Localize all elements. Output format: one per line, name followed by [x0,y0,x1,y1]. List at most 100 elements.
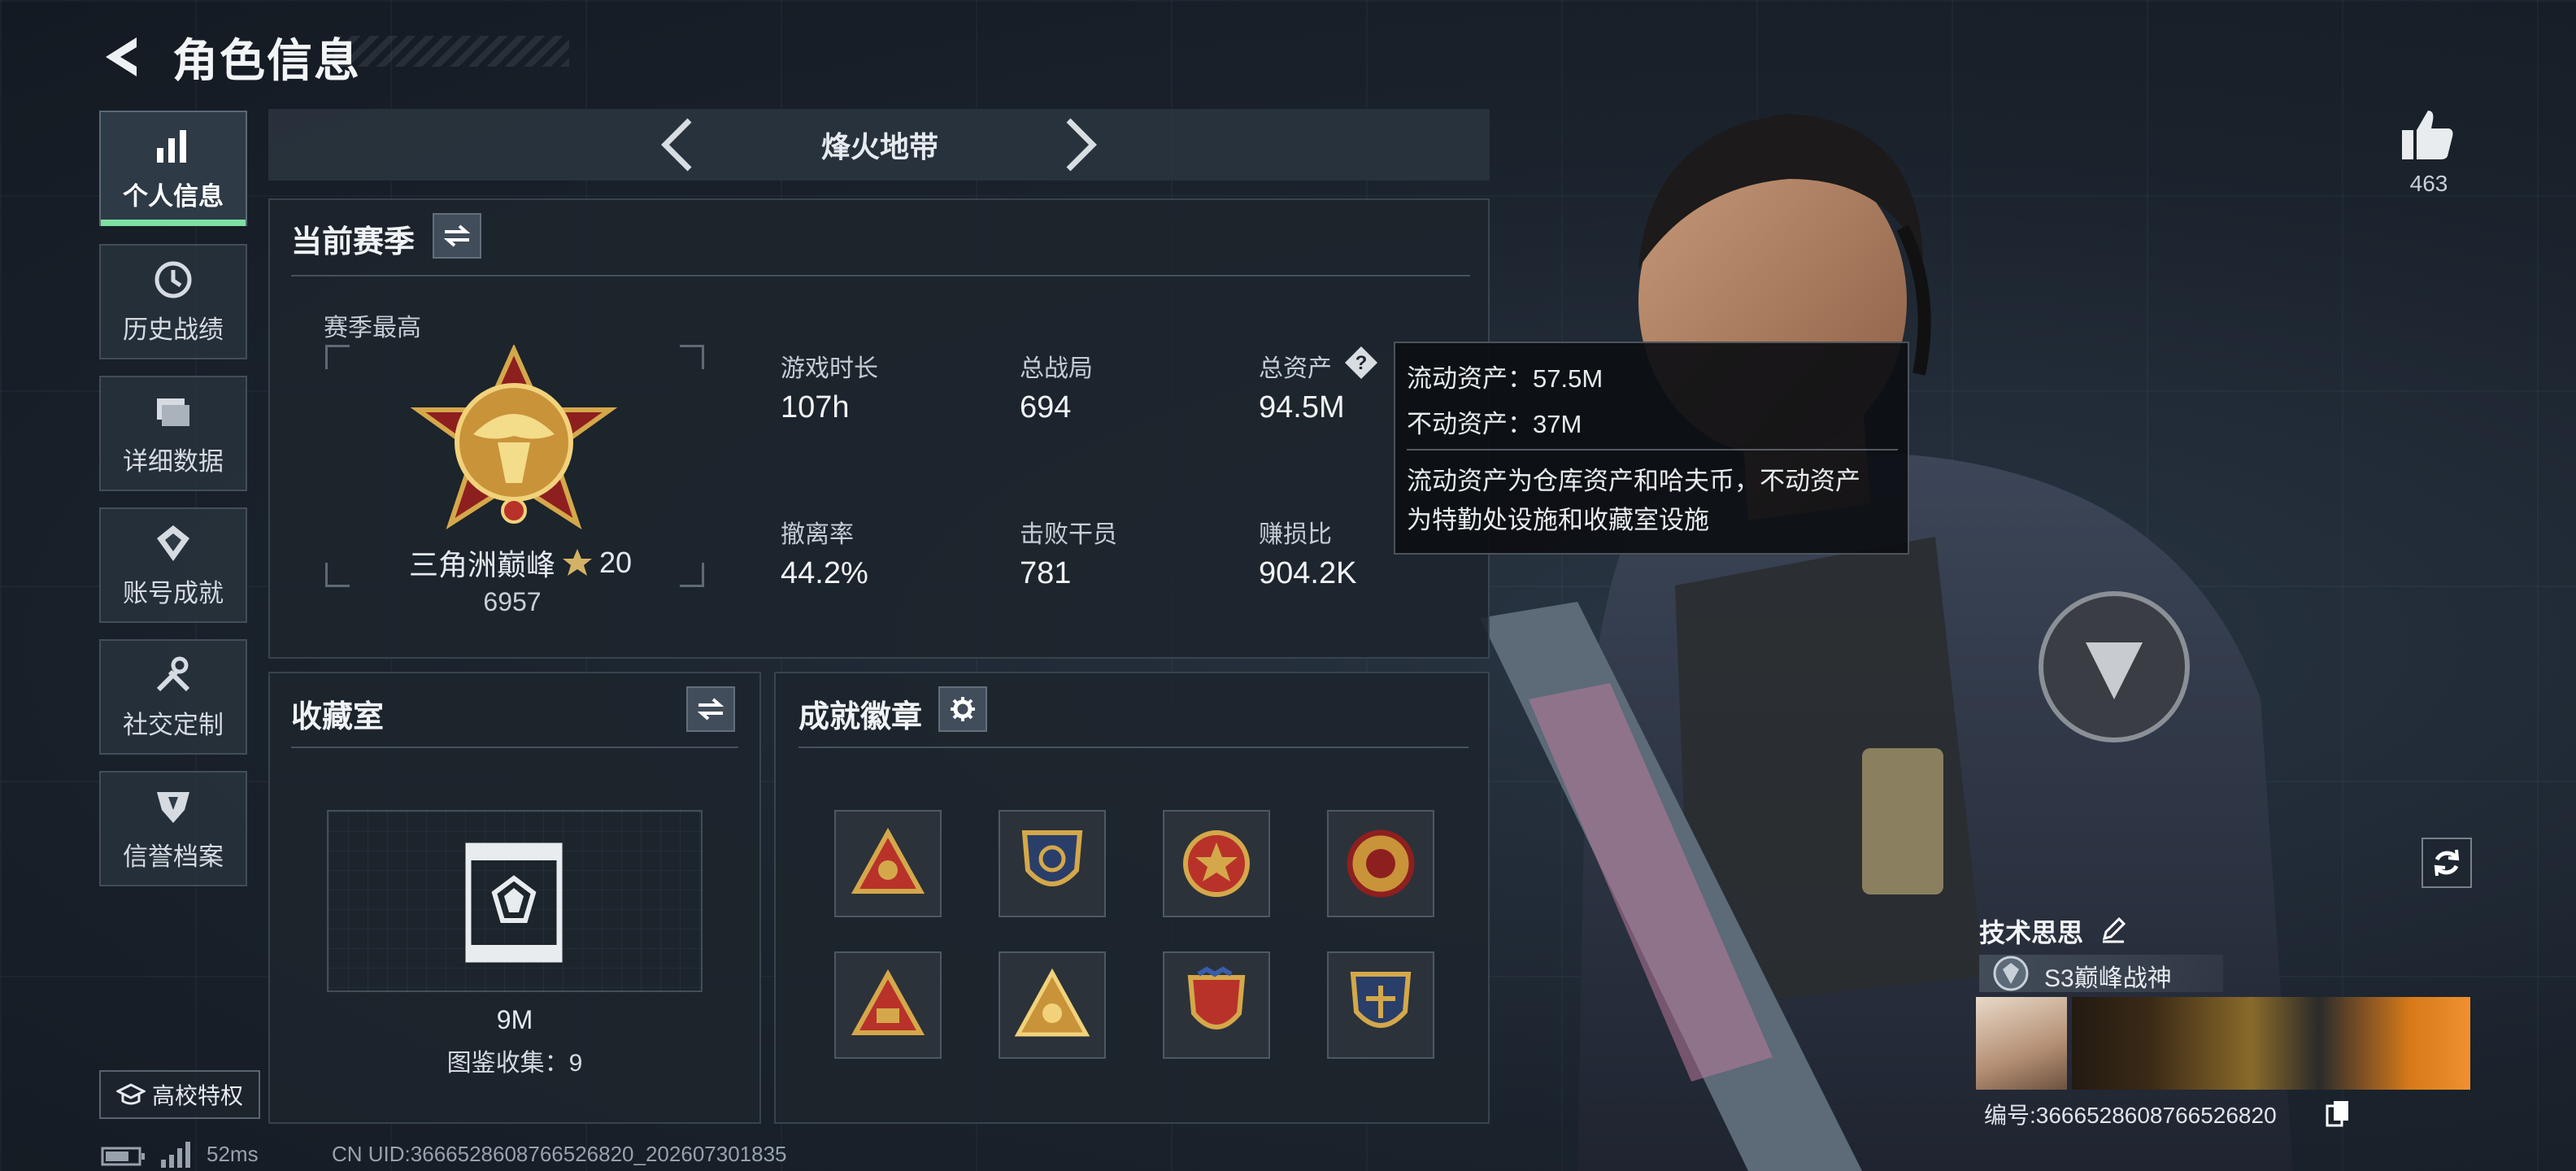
shield-icon [157,791,189,823]
stat-label-total-matches: 总战局 [1020,355,1093,382]
signal-icon [161,1142,190,1168]
copy-icon[interactable] [2326,1099,2350,1127]
frame-corner [680,345,704,369]
rank-score: 6957 [483,587,542,616]
campus-privilege-label: 高校特权 [151,1083,243,1108]
badges-divider [798,747,1469,748]
badge-slot[interactable] [999,951,1106,1059]
gear-icon [951,697,975,721]
nav-item-label: 社交定制 [123,710,224,739]
shield-badge-icon [1021,830,1083,886]
edit-pencil-icon[interactable] [2100,916,2127,943]
nav-item-label: 详细数据 [123,446,224,476]
stat-label-extract-rate: 撤离率 [781,521,854,548]
nav-item-personal-info[interactable]: 个人信息 [99,111,247,226]
stat-value-total-matches: 694 [1020,390,1072,424]
season-divider [291,275,1470,276]
collection-count: 图鉴收集：9 [446,1050,583,1077]
tooltip-fixed-assets: 不动资产：37M [1407,410,1582,438]
player-name-card[interactable] [2072,997,2470,1090]
collection-value: 9M [496,1005,533,1034]
achievement-icon [157,525,189,561]
rank-stars: 20 [598,546,633,579]
refresh-icon [2434,849,2460,877]
round-crest-badge-icon [1347,829,1415,898]
stat-value-total-assets: 94.5M [1259,390,1345,424]
stat-label-profit-ratio: 赚损比 [1259,521,1332,548]
tools-icon [156,656,190,691]
nav-item-credit-file[interactable]: 信誉档案 [99,771,247,886]
tooltip-description-line2: 为特勤处设施和收藏室设施 [1407,506,1709,534]
badge-slot[interactable] [1163,951,1270,1059]
tooltip-description-line1: 流动资产为仓库资产和哈夫币，不动资产 [1407,467,1860,495]
swap-icon [443,224,471,247]
rank-emblem-icon [410,345,618,530]
nav-item-achievements[interactable]: 账号成就 [99,507,247,623]
nav-item-detail-data[interactable]: 详细数据 [99,376,247,491]
rank-row: 三角洲巅峰 20 [390,542,651,584]
ping-value: 52ms [207,1142,259,1166]
gold-shield-badge-icon [1350,972,1412,1028]
nav-item-label: 账号成就 [123,578,224,607]
refresh-button[interactable] [2422,838,2472,888]
battery-icon [101,1147,145,1166]
nav-item-social-custom[interactable]: 社交定制 [99,639,247,755]
stat-label-play-time: 游戏时长 [781,355,878,382]
nav-item-label: 信誉档案 [123,842,224,871]
stat-value-extract-rate: 44.2% [781,556,868,590]
title-decoration [333,36,569,67]
collection-switch-button[interactable] [686,686,735,732]
frame-corner [680,563,704,587]
folder-icon [157,398,189,426]
rank-name: 三角洲巅峰 [408,548,555,581]
player-title: S3巅峰战神 [2044,965,2172,992]
bar-chart-icon [157,129,186,163]
back-arrow-icon[interactable] [98,33,146,81]
star-icon [562,549,592,576]
badge-slot[interactable] [1327,810,1434,917]
title-emblem-icon [1993,956,2029,991]
campus-privilege-button[interactable]: 高校特权 [99,1070,260,1119]
like-count: 463 [2409,171,2448,196]
star-medal-badge-icon [1183,830,1250,897]
mode-label: 烽火地带 [820,130,938,163]
badge-slot[interactable] [999,810,1106,917]
badge-slot[interactable] [1327,951,1434,1059]
frame-corner [325,563,350,587]
frame-corner [325,345,350,369]
badge-slot[interactable] [1163,810,1270,917]
triangle-56-badge-icon [851,969,925,1035]
season-best-label: 赛季最高 [324,315,421,342]
season-title: 当前赛季 [291,225,416,259]
chevron-right-icon[interactable] [1060,115,1101,174]
player-name: 技术思思 [1979,918,2084,947]
badges-title: 成就徽章 [798,700,923,734]
help-icon[interactable]: ? [1343,345,1379,381]
display-case-icon [465,842,563,963]
clock-icon [154,261,192,298]
player-id: 编号:3666528608766526820 [1984,1103,2277,1128]
badge-slot[interactable] [834,951,942,1059]
nav-item-label: 个人信息 [123,181,224,211]
svg-text:?: ? [1355,352,1368,374]
tooltip-divider [1407,449,1898,451]
eagle-shield-badge-icon [1187,966,1246,1030]
question-diamond-icon: ? [1345,346,1377,379]
stat-value-profit-ratio: 904.2K [1259,556,1357,590]
nav-item-history[interactable]: 历史战绩 [99,244,247,359]
stat-value-play-time: 107h [781,390,850,424]
stat-value-kills: 781 [1020,556,1072,590]
nav-item-label: 历史战绩 [123,315,224,344]
season-switch-button[interactable] [433,213,481,259]
badge-slot[interactable] [834,810,942,917]
collection-divider [291,747,738,748]
collection-title: 收藏室 [291,700,385,734]
triangle-badge-icon [851,827,925,894]
badges-settings-button[interactable] [938,686,987,732]
swap-icon [697,698,724,720]
stat-label-total-assets: 总资产 [1259,355,1332,382]
thumbs-up-icon[interactable] [2399,106,2457,164]
chevron-left-icon[interactable] [657,115,698,174]
avatar[interactable] [1976,997,2067,1090]
stat-label-kills: 击败干员 [1020,521,1117,548]
